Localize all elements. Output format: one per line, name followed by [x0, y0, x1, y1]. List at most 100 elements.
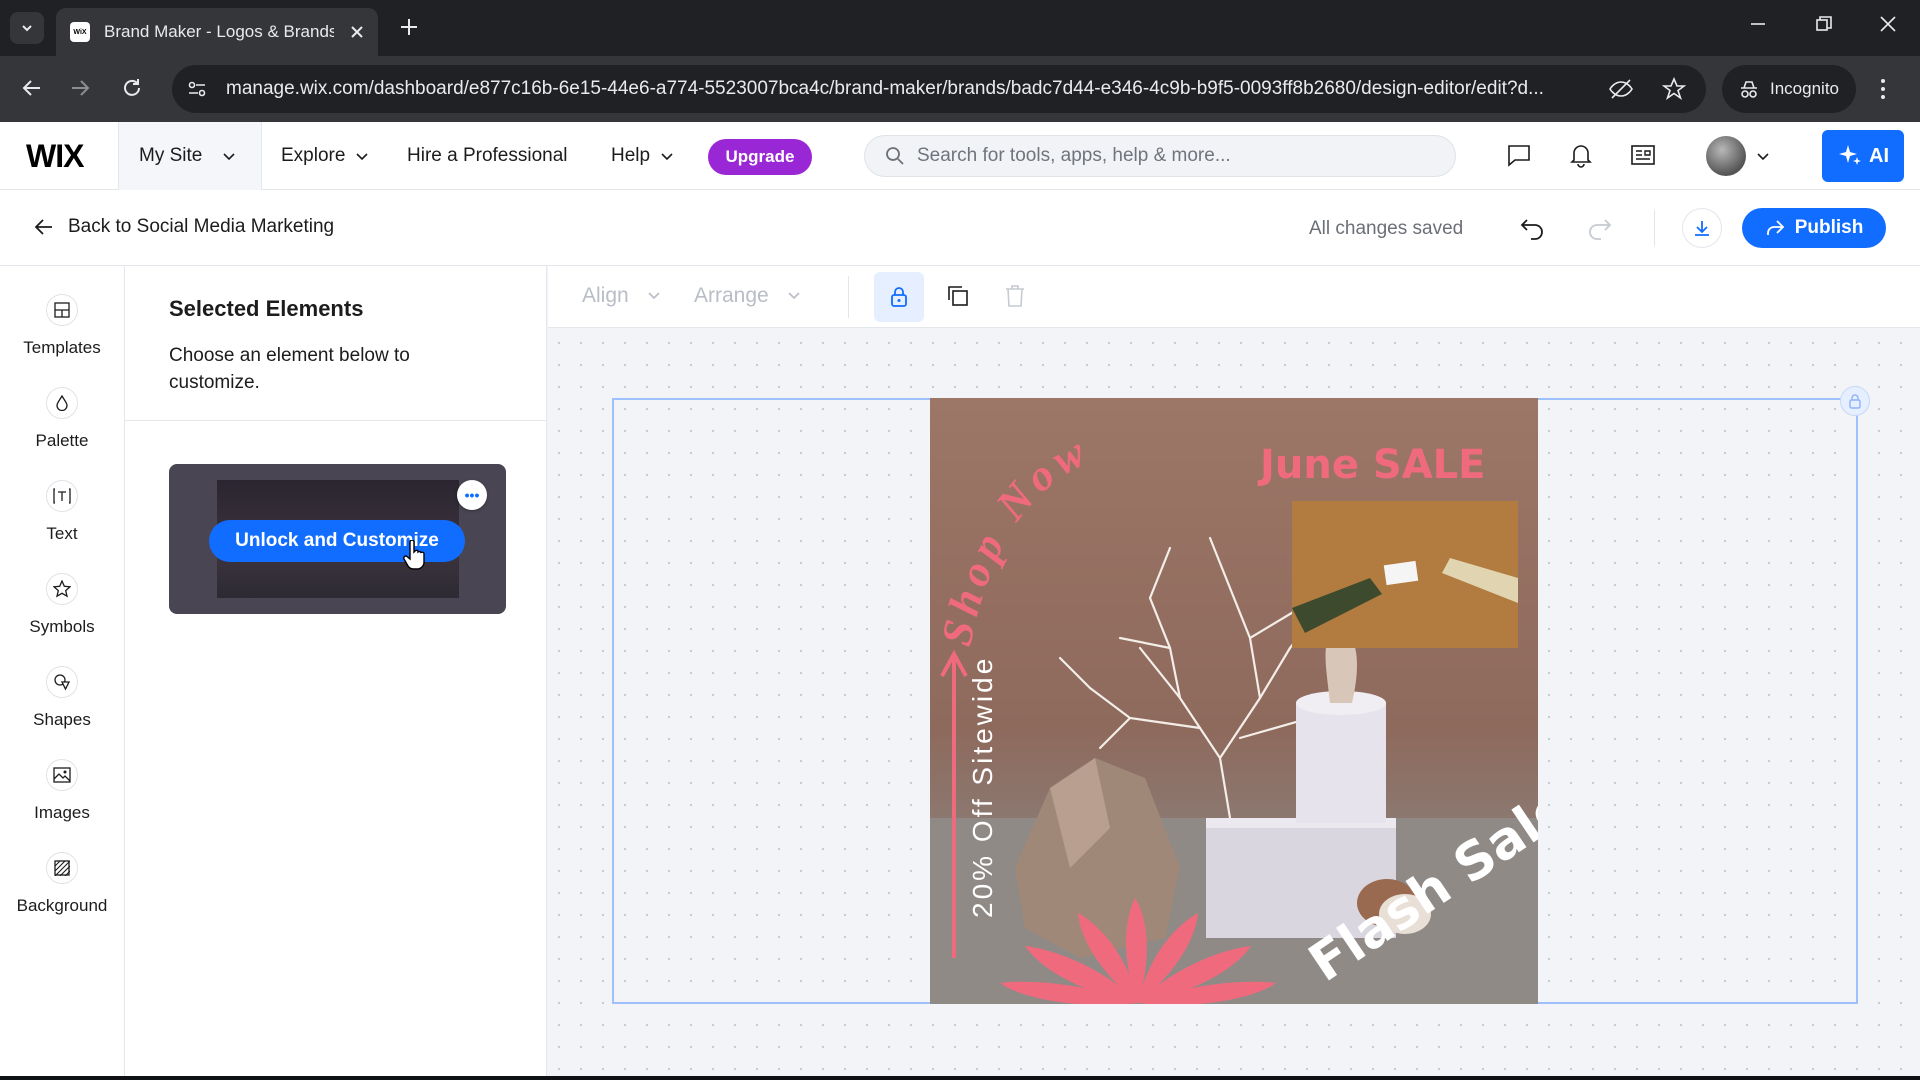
wix-logo[interactable]: WIX — [26, 138, 84, 175]
hand-cursor-icon — [403, 540, 425, 570]
wix-favicon-icon: WiX — [70, 22, 90, 42]
help-menu[interactable]: Help — [611, 122, 674, 190]
divider — [1654, 210, 1655, 246]
sidebar-item-images[interactable]: Images — [0, 751, 124, 839]
incognito-badge[interactable]: Incognito — [1722, 65, 1856, 113]
search-icon — [886, 147, 904, 165]
sidebar-item-palette[interactable]: Palette — [0, 379, 124, 467]
url-field[interactable]: manage.wix.com/dashboard/e877c16b-6e15-4… — [172, 65, 1706, 113]
chevron-down-icon[interactable] — [1756, 150, 1770, 164]
lock-button[interactable] — [874, 272, 924, 322]
editor-header: Back to Social Media Marketing All chang… — [0, 190, 1920, 266]
back-link[interactable]: Back to Social Media Marketing — [34, 216, 334, 238]
sidebar-item-label: Images — [34, 803, 90, 822]
search-bar[interactable] — [864, 135, 1456, 177]
image-icon — [46, 759, 78, 791]
canvas-toolbar: Align Arrange — [548, 266, 1920, 328]
panel-title: Selected Elements — [169, 296, 364, 321]
lock-icon — [1849, 394, 1861, 409]
sidebar-item-templates[interactable]: Templates — [0, 286, 124, 374]
my-site-dropdown[interactable]: My Site — [118, 122, 262, 190]
tab-search-button[interactable] — [10, 12, 44, 44]
new-tab-icon[interactable] — [398, 16, 420, 38]
my-site-label: My Site — [139, 145, 203, 166]
chevron-down-icon — [223, 153, 235, 161]
panel-description: Choose an element below to customize. — [169, 345, 410, 393]
delete-icon[interactable] — [1004, 284, 1026, 308]
browser-menu-icon[interactable] — [1880, 78, 1886, 100]
browser-tab[interactable]: WiX Brand Maker - Logos & Brands — [56, 8, 378, 56]
site-settings-icon[interactable] — [186, 78, 208, 100]
tracking-protection-icon[interactable] — [1608, 78, 1634, 100]
sidebar-item-label: Templates — [23, 338, 101, 357]
close-window-icon[interactable] — [1878, 14, 1898, 34]
arrow-left-icon — [34, 219, 52, 235]
tab-title: Brand Maker - Logos & Brands — [104, 22, 334, 41]
more-options-button[interactable]: ••• — [457, 480, 487, 510]
shapes-icon — [46, 666, 78, 698]
chevron-down-icon — [22, 25, 32, 32]
incognito-icon — [1741, 81, 1757, 98]
help-label: Help — [611, 145, 651, 166]
bookmark-star-icon[interactable] — [1662, 77, 1686, 101]
back-link-label: Back to Social Media Marketing — [68, 216, 335, 237]
publish-button[interactable]: Publish — [1742, 208, 1886, 248]
publish-label: Publish — [1794, 217, 1864, 238]
vase-shape — [1296, 703, 1386, 823]
close-tab-icon[interactable] — [350, 25, 364, 39]
sparkle-icon — [1839, 145, 1861, 165]
explore-label: Explore — [281, 145, 346, 166]
arrange-dropdown[interactable]: Arrange — [694, 284, 801, 308]
url-text: manage.wix.com/dashboard/e877c16b-6e15-4… — [226, 78, 1544, 99]
reload-icon[interactable] — [120, 76, 144, 100]
shop-now-text: Shop Now — [932, 425, 1098, 650]
unlock-and-customize-button[interactable]: Unlock and Customize — [209, 520, 465, 562]
selected-elements-panel: Selected Elements Choose an element belo… — [125, 266, 547, 1080]
hire-professional-link[interactable]: Hire a Professional — [407, 122, 568, 190]
poster-graphic: Shop Now June SALE 20% Off Sitewide Flas… — [930, 425, 1538, 1004]
frame-lock-badge[interactable] — [1840, 386, 1870, 416]
updates-news-icon[interactable] — [1630, 142, 1656, 168]
divider — [125, 420, 547, 421]
forward-arrow-icon[interactable] — [68, 76, 92, 100]
undo-icon[interactable] — [1520, 216, 1546, 240]
chevron-down-icon — [356, 153, 368, 161]
arrange-label: Arrange — [694, 284, 769, 307]
sidebar-item-background[interactable]: Background — [0, 844, 124, 932]
back-arrow-icon[interactable] — [20, 76, 44, 100]
explore-menu[interactable]: Explore — [281, 122, 369, 190]
poster-artwork[interactable]: Shop Now June SALE 20% Off Sitewide Flas… — [930, 398, 1538, 1004]
tools-sidebar: Templates Palette Text Symbols Shapes Im… — [0, 266, 125, 1080]
star-icon — [46, 573, 78, 605]
align-label: Align — [582, 284, 629, 307]
avatar[interactable] — [1706, 136, 1746, 176]
chat-icon[interactable] — [1506, 142, 1532, 168]
screen-bottom-edge — [0, 1076, 1920, 1080]
element-card[interactable]: ••• Unlock and Customize — [169, 464, 506, 614]
sidebar-item-text[interactable]: Text — [0, 472, 124, 560]
sidebar-item-label: Text — [46, 524, 78, 543]
ai-assistant-button[interactable]: AI — [1822, 130, 1904, 182]
minimize-icon[interactable] — [1748, 14, 1768, 34]
duplicate-icon[interactable] — [946, 284, 970, 308]
sidebar-item-shapes[interactable]: Shapes — [0, 658, 124, 746]
redo-icon[interactable] — [1586, 216, 1612, 240]
text-icon — [46, 480, 78, 512]
wix-top-bar: WIX My Site Explore Hire a Professional … — [0, 122, 1920, 190]
restore-icon[interactable] — [1814, 14, 1834, 34]
browser-address-bar: manage.wix.com/dashboard/e877c16b-6e15-4… — [0, 56, 1920, 122]
chevron-down-icon — [648, 292, 660, 300]
lock-icon — [891, 287, 907, 307]
june-sale-text: June SALE — [1257, 442, 1485, 488]
download-button[interactable] — [1682, 208, 1722, 248]
share-arrow-icon — [1766, 220, 1784, 235]
save-status: All changes saved — [1309, 218, 1464, 239]
align-dropdown[interactable]: Align — [582, 284, 661, 308]
search-input[interactable] — [917, 145, 1417, 167]
divider — [848, 276, 849, 318]
upgrade-button[interactable]: Upgrade — [708, 139, 812, 175]
browser-tab-bar: WiX Brand Maker - Logos & Brands — [0, 0, 1920, 56]
templates-icon — [46, 294, 78, 326]
notifications-bell-icon[interactable] — [1568, 142, 1594, 168]
sidebar-item-symbols[interactable]: Symbols — [0, 565, 124, 653]
